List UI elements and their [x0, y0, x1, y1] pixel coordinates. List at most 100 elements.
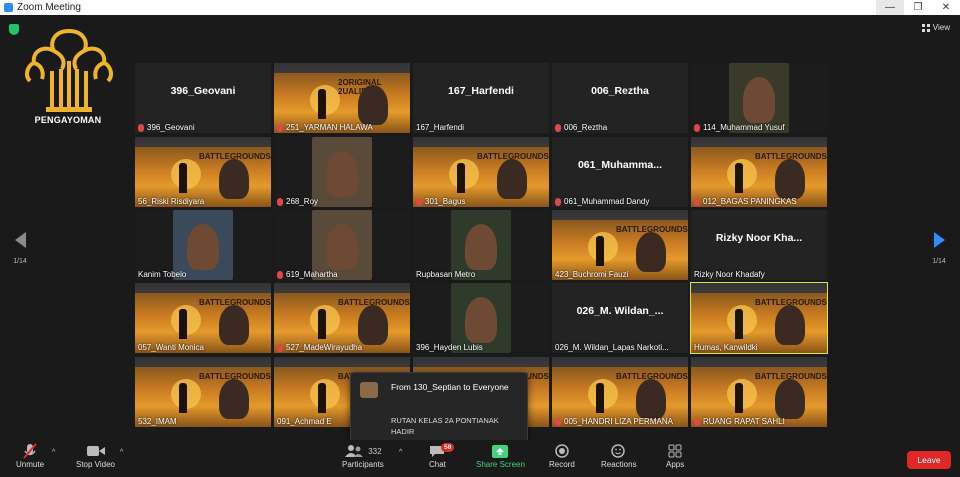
participant-tile[interactable]: Rizky Noor Kha... Rizky Noor Khadafy — [691, 210, 827, 280]
participant-tile[interactable]: 114_Muhammad Yusuf — [691, 63, 827, 133]
participant-tile[interactable]: BATTLEGROUNDS 057_Wanti Monica — [135, 283, 271, 353]
participant-tile[interactable]: Rupbasan Metro — [413, 210, 549, 280]
video-options-caret-icon[interactable]: ^ — [120, 449, 123, 456]
participant-tile[interactable]: Kanim Tobelo — [135, 210, 271, 280]
participant-tile[interactable]: 268_Roy — [274, 137, 410, 207]
participant-tile[interactable]: 061_Muhamma... 061_Muhammad Dandy — [552, 137, 688, 207]
mic-muted-icon — [555, 197, 561, 206]
participant-name-large: 167_Harfendi — [448, 85, 514, 97]
participant-name: 423_Buchromi Fauzi — [555, 270, 629, 279]
participant-tile[interactable]: 619_Mahartha — [274, 210, 410, 280]
window-titlebar: Zoom Meeting — ❐ ✕ — [0, 0, 960, 15]
apps-button[interactable]: Apps — [666, 442, 684, 469]
participant-tile[interactable]: BATTLEGROUNDS 005_HANDRI LIZA PERMANA — [552, 357, 688, 427]
participant-video — [358, 85, 388, 125]
view-button[interactable]: View — [921, 23, 950, 32]
participants-button[interactable]: 332 Participants — [342, 442, 384, 469]
participant-name: 301_Bagus — [425, 197, 466, 206]
participant-name-caption: RUANG RAPAT SAHLI — [694, 417, 785, 426]
participant-tile[interactable]: 026_M. Wildan_... 026_M. Wildan_Lapas Nar… — [552, 283, 688, 353]
participant-name-caption: 006_Reztha — [555, 123, 607, 132]
participant-name: 251_YARMAN HALAWA — [286, 123, 373, 132]
participant-name: 396_Hayden Lubis — [416, 343, 483, 352]
participant-name: 006_Reztha — [564, 123, 608, 132]
participant-name: RUANG RAPAT SAHLI — [703, 417, 785, 426]
meeting-toolbar: Unmute ^ Stop Video ^ 332 Participants ^… — [0, 440, 960, 477]
participant-name-large: Rizky Noor Kha... — [715, 232, 803, 244]
page-indicator-left: 1/14 — [13, 258, 27, 265]
participant-name-caption: Rizky Noor Khadafy — [694, 270, 765, 279]
participant-video — [358, 305, 388, 345]
participants-count: 332 — [368, 446, 382, 456]
participant-tile[interactable]: BATTLEGROUNDS 012_BAGAS PANINGKAS — [691, 137, 827, 207]
participant-name-caption: 396_Hayden Lubis — [416, 343, 483, 352]
page-indicator-right: 1/14 — [932, 258, 946, 265]
participant-name: 268_Roy — [286, 197, 319, 206]
participant-name: 091_Achmad E — [277, 417, 332, 426]
participants-caret-icon[interactable]: ^ — [399, 449, 402, 456]
mic-muted-icon — [694, 417, 700, 426]
mic-muted-icon — [694, 197, 700, 206]
share-screen-button[interactable]: Share Screen — [476, 442, 525, 469]
participant-tile[interactable]: 167_Harfendi 167_Harfendi — [413, 63, 549, 133]
grid-icon — [921, 23, 930, 32]
participant-tile[interactable]: BATTLEGROUNDS 527_MadeWirayudha — [274, 283, 410, 353]
previous-page-button[interactable]: 1/14 — [10, 232, 30, 265]
participant-name-caption: 619_Mahartha — [277, 270, 338, 279]
participant-video — [636, 379, 666, 419]
participant-name: 057_Wanti Monica — [138, 343, 204, 352]
participant-name-caption: 527_MadeWirayudha — [277, 343, 362, 352]
stop-video-label: Stop Video — [76, 460, 115, 469]
stop-video-button[interactable]: Stop Video — [76, 442, 115, 469]
mic-muted-icon — [277, 123, 283, 132]
mic-muted-icon — [277, 343, 283, 352]
participant-tile[interactable]: BATTLEGROUNDS 56_Riski Risdiyara — [135, 137, 271, 207]
minimize-button[interactable]: — — [876, 0, 904, 15]
participant-name-caption: 005_HANDRI LIZA PERMANA — [555, 417, 673, 426]
mic-muted-icon — [555, 417, 561, 426]
restore-button[interactable]: ❐ — [904, 0, 932, 15]
mic-muted-icon — [555, 123, 561, 132]
participant-tile[interactable]: BATTLEGROUNDS RUANG RAPAT SAHLI — [691, 357, 827, 427]
leave-button[interactable]: Leave — [907, 451, 951, 469]
apps-label: Apps — [666, 460, 685, 469]
participant-tile[interactable]: BATTLEGROUNDS Humas, Kanwildki — [690, 282, 828, 354]
participant-tile[interactable]: BATTLEGROUNDS 301_Bagus — [413, 137, 549, 207]
participant-name-caption: 423_Buchromi Fauzi — [555, 270, 628, 279]
participant-tile[interactable]: BATTLEGROUNDS 423_Buchromi Fauzi — [552, 210, 688, 280]
participant-name-caption: 026_M. Wildan_Lapas Narkoti... — [555, 343, 669, 352]
participant-video — [775, 159, 805, 199]
mic-muted-icon — [277, 197, 283, 206]
participant-tile[interactable]: BATTLEGROUNDS 532_IMAM — [135, 357, 271, 427]
participant-name-caption: Rupbasan Metro — [416, 270, 475, 279]
record-icon — [555, 442, 569, 460]
mic-muted-icon — [277, 270, 283, 279]
close-button[interactable]: ✕ — [932, 0, 960, 15]
participant-name-caption: 012_BAGAS PANINGKAS — [694, 197, 797, 206]
chat-notification-popup[interactable]: From 130_Septian to Everyone RUTAN KELAS… — [350, 372, 528, 446]
participant-name-caption: Humas, Kanwildki — [694, 343, 758, 352]
participants-label: Participants — [342, 460, 384, 469]
participant-name-caption: 091_Achmad E — [277, 417, 332, 426]
participant-tile[interactable]: 396_Hayden Lubis — [413, 283, 549, 353]
participant-name: 005_HANDRI LIZA PERMANA — [564, 417, 673, 426]
reactions-label: Reactions — [601, 460, 637, 469]
participant-name: 114_Muhammad Yusuf — [703, 123, 785, 132]
unmute-button[interactable]: Unmute — [16, 442, 44, 469]
participant-tile[interactable]: 006_Reztha 006_Reztha — [552, 63, 688, 133]
record-button[interactable]: Record — [549, 442, 575, 469]
participant-name-caption: 532_IMAM — [138, 417, 177, 426]
next-page-button[interactable]: 1/14 — [929, 232, 949, 265]
mic-muted-icon — [23, 442, 37, 460]
participant-tile[interactable]: 2ORIGINAL 2UALIBLE 251_YARMAN HALAWA — [274, 63, 410, 133]
participant-name-large: 396_Geovani — [170, 85, 236, 97]
chat-unread-badge: 58 — [441, 443, 455, 452]
participant-name-caption: 114_Muhammad Yusuf — [694, 123, 785, 132]
participant-name-caption: 396_Geovani — [138, 123, 195, 132]
audio-options-caret-icon[interactable]: ^ — [52, 449, 55, 456]
participant-tile[interactable]: 396_Geovani 396_Geovani — [135, 63, 271, 133]
mic-muted-icon — [416, 197, 422, 206]
reactions-button[interactable]: Reactions — [601, 442, 637, 469]
mic-muted-icon — [694, 123, 700, 132]
participant-name: 619_Mahartha — [286, 270, 338, 279]
